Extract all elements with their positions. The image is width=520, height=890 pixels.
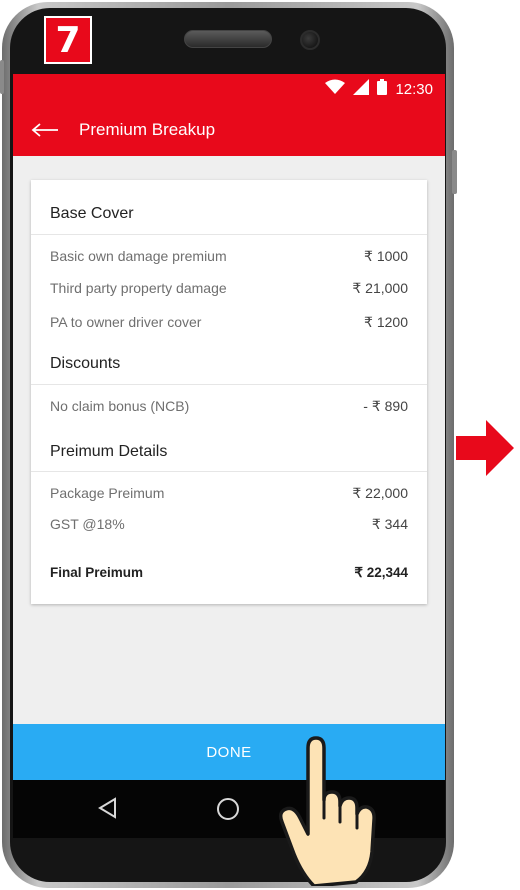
premium-breakup-card: Base Cover Basic own damage premium ₹ 10… (31, 180, 427, 604)
battery-icon (377, 78, 388, 100)
row-value: ₹ 22,000 (352, 485, 408, 501)
section-title-discounts: Discounts (50, 355, 121, 372)
row-label: PA to owner driver cover (50, 314, 202, 330)
row-value: ₹ 21,000 (352, 280, 408, 296)
nav-home-icon[interactable] (217, 798, 239, 820)
page-title: Premium Breakup (79, 120, 216, 139)
phone-screen: 12:30 Premium Breakup Base Cover Basic o… (13, 74, 445, 838)
row-label: Third party property damage (50, 280, 227, 296)
section-title-base-cover: Base Cover (50, 205, 134, 222)
row-value: - ₹ 890 (363, 398, 408, 414)
earpiece-speaker (184, 30, 272, 48)
back-arrow-icon[interactable] (31, 120, 65, 140)
row-label: Basic own damage premium (50, 248, 227, 264)
status-time: 12:30 (395, 80, 433, 98)
tap-hand-icon (278, 736, 382, 890)
divider (31, 384, 427, 385)
front-camera (300, 30, 320, 50)
signal-icon (353, 78, 370, 100)
step-badge: 7 (44, 16, 92, 64)
section-title-premium-details: Preimum Details (50, 443, 168, 460)
row-label: No claim bonus (NCB) (50, 398, 190, 414)
divider (31, 234, 427, 235)
divider (31, 471, 427, 472)
row-label: GST @18% (50, 516, 125, 532)
nav-back-icon[interactable] (97, 797, 117, 824)
row-value: ₹ 1200 (364, 314, 408, 330)
side-button (0, 60, 4, 94)
next-step-arrow-icon (456, 418, 516, 483)
side-button (452, 150, 457, 194)
row-value: ₹ 344 (371, 516, 408, 532)
row-label: Package Preimum (50, 485, 165, 501)
final-premium-label: Final Preimum (50, 565, 144, 580)
wifi-icon (325, 79, 346, 100)
status-bar: 12:30 (13, 74, 445, 104)
app-bar: Premium Breakup (13, 104, 445, 156)
row-value: ₹ 1000 (364, 248, 408, 264)
final-premium-value: ₹ 22,344 (354, 565, 408, 580)
